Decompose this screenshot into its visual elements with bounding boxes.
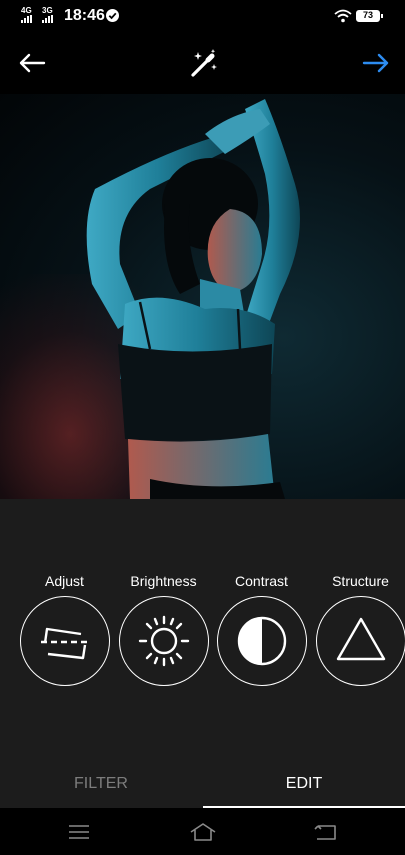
check-badge-icon — [106, 9, 119, 22]
tab-filter[interactable]: FILTER — [0, 760, 202, 808]
structure-icon — [336, 617, 385, 661]
tool-adjust-label: Adjust — [45, 573, 84, 589]
menu-icon — [69, 825, 89, 839]
menu-button[interactable] — [58, 816, 100, 848]
adjust-icon — [40, 627, 89, 660]
structure-button[interactable] — [315, 596, 405, 686]
magic-wand-icon — [191, 49, 217, 77]
tool-structure[interactable]: Structure — [313, 572, 405, 686]
home-icon — [190, 823, 216, 841]
back-icon — [314, 825, 336, 840]
tab-edit[interactable]: EDIT — [203, 760, 405, 808]
network-type-1: 4G — [21, 6, 32, 15]
tool-adjust[interactable]: Adjust — [17, 572, 112, 686]
arrow-left-icon — [19, 53, 46, 73]
status-time: 18:46 — [64, 7, 105, 24]
auto-enhance-button[interactable] — [184, 44, 224, 84]
wifi-icon — [334, 9, 352, 23]
brightness-icon — [138, 615, 189, 667]
photo-preview[interactable] — [0, 94, 405, 499]
tool-brightness[interactable]: Brightness — [116, 572, 211, 686]
arrow-right-icon — [362, 53, 389, 73]
tool-structure-label: Structure — [332, 573, 389, 589]
back-button[interactable] — [12, 44, 52, 82]
photo-subject — [86, 99, 300, 499]
tool-brightness-label: Brightness — [130, 573, 197, 589]
tool-contrast[interactable]: Contrast — [214, 572, 309, 686]
tool-contrast-label: Contrast — [235, 573, 288, 589]
status-bar: 4G 3G 18:46 73 — [0, 0, 405, 32]
editor-toolbar — [0, 32, 405, 94]
contrast-button[interactable] — [216, 596, 307, 686]
network-type-2: 3G — [42, 6, 53, 15]
home-button[interactable] — [182, 816, 224, 848]
next-button[interactable] — [356, 44, 396, 82]
system-back-button[interactable] — [305, 816, 347, 848]
system-nav-bar — [0, 808, 405, 855]
signal-2-icon — [42, 15, 53, 23]
adjust-button[interactable] — [19, 596, 110, 686]
signal-1-icon — [21, 15, 32, 23]
battery-indicator: 73 — [356, 10, 383, 22]
contrast-icon — [237, 616, 286, 666]
brightness-button[interactable] — [118, 596, 209, 686]
